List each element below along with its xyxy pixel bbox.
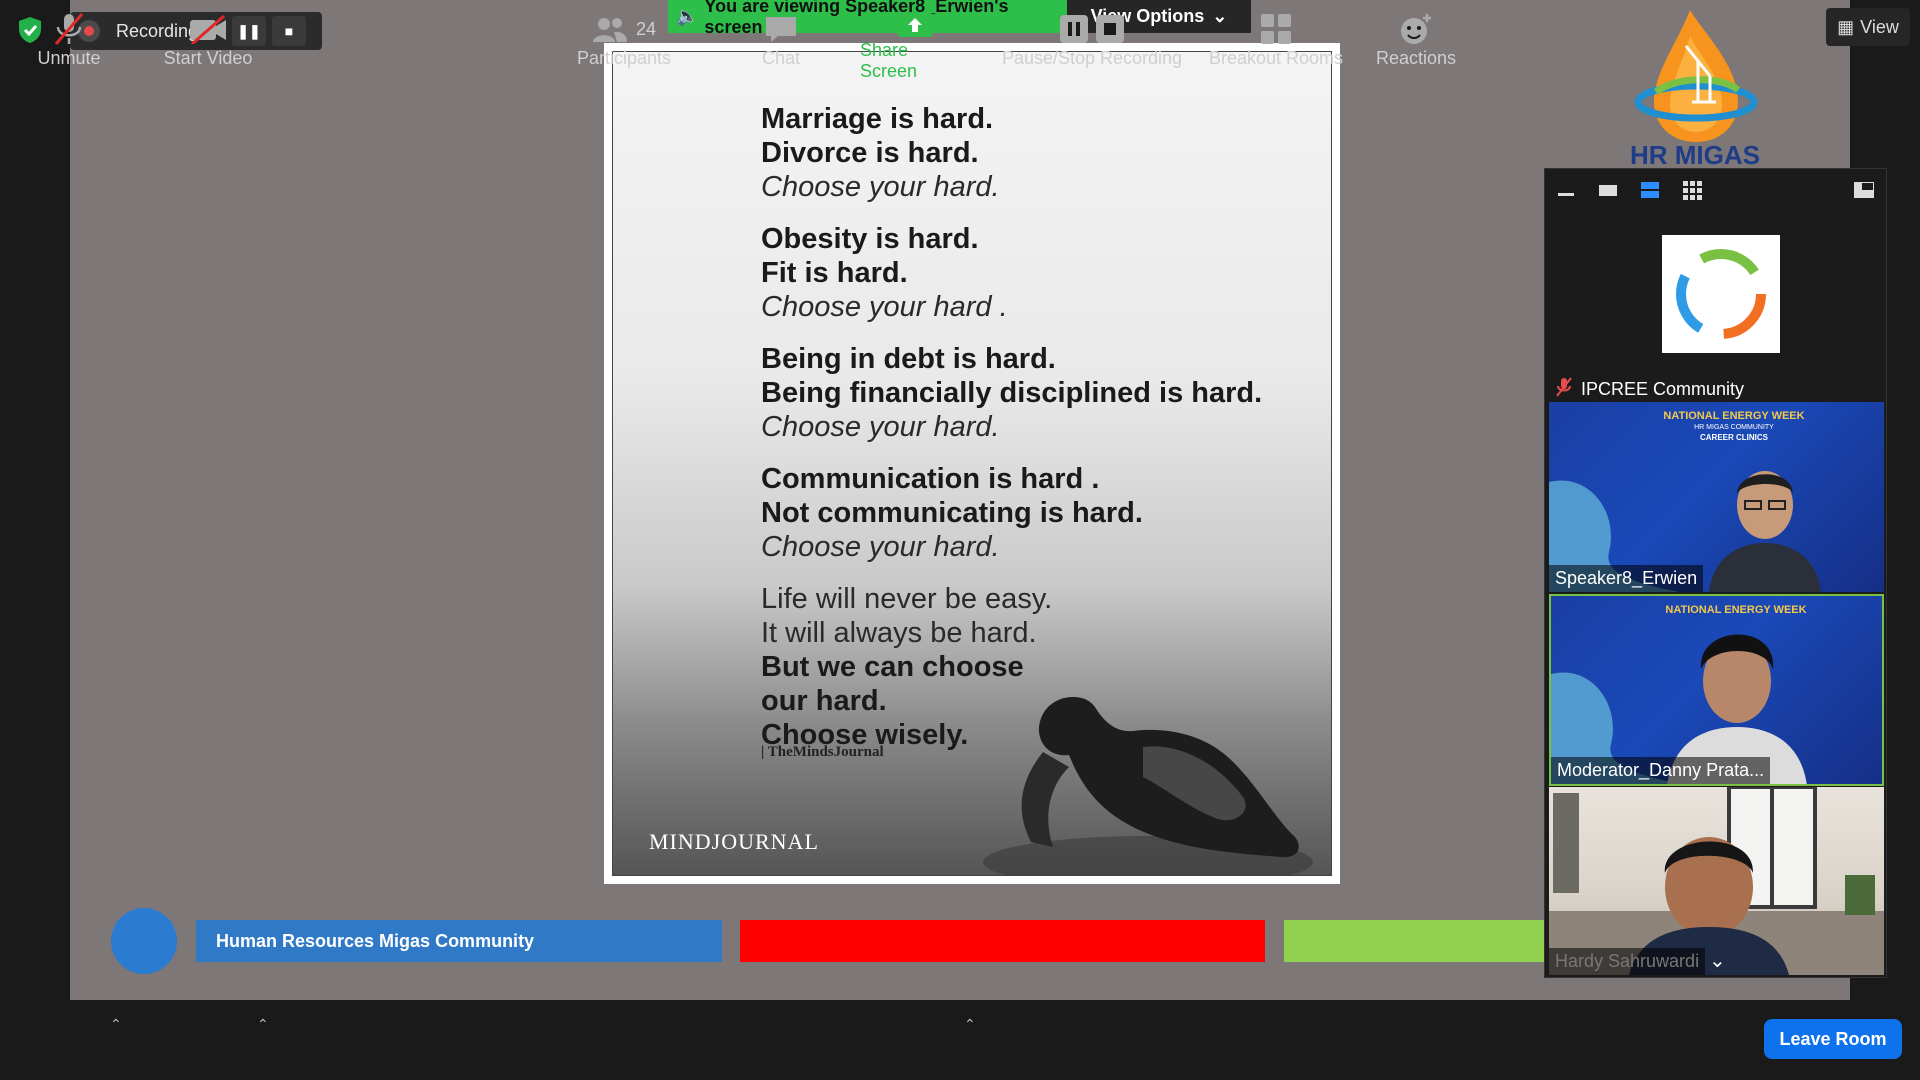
participant-video-room bbox=[1549, 787, 1884, 975]
lower-third-red-bar bbox=[740, 920, 1265, 962]
lower-third-circle bbox=[111, 908, 177, 974]
banner-subtitle: HR MIGAS COMMUNITY bbox=[1694, 424, 1774, 431]
meeting-toolbar bbox=[0, 1000, 1920, 1080]
zoom-meeting-window: Recording... ❚❚ ■ 🔈 You are viewing Spea… bbox=[0, 0, 1920, 1080]
quote-block: Communication is hard . Not communicating… bbox=[761, 462, 1321, 564]
shared-slide: Marriage is hard. Divorce is hard. Choose … bbox=[604, 43, 1340, 884]
video-options-caret-icon[interactable]: ⌃ bbox=[257, 1016, 269, 1033]
reactions-label: Reactions bbox=[1375, 48, 1457, 68]
quote-line: Choose your hard. bbox=[761, 171, 1000, 203]
quote-line: Being financially disciplined is hard. bbox=[761, 377, 1263, 409]
quote-line: Being in debt is hard. bbox=[761, 343, 1056, 375]
stop-recording-button[interactable]: ■ bbox=[272, 16, 306, 46]
participant-tile-moderator-danny[interactable]: NATIONAL ENERGY WEEK Moderator_Danny Pra… bbox=[1549, 594, 1884, 786]
quote-block: Obesity is hard. Fit is hard. Choose your … bbox=[761, 222, 1321, 324]
quote-line: Fit is hard. bbox=[761, 257, 908, 289]
quote-line: It will always be hard. bbox=[761, 617, 1037, 649]
quote-credit: | TheMindsJournal bbox=[761, 744, 884, 760]
view-layout-button[interactable]: ▦ View bbox=[1826, 8, 1910, 46]
participant-tile-ipcree[interactable]: IPCREE Community bbox=[1549, 219, 1884, 409]
reactions-smiley-icon bbox=[1399, 10, 1433, 48]
share-screen-label: Share Screen bbox=[860, 40, 918, 81]
leave-room-button[interactable]: Leave Room bbox=[1764, 1019, 1902, 1059]
grid-icon: ▦ bbox=[1837, 16, 1855, 37]
quote-line: Choose your hard. bbox=[761, 411, 1000, 443]
share-screen-button[interactable]: Share Screen bbox=[860, 10, 970, 81]
speaker-view-icon[interactable] bbox=[1637, 179, 1663, 201]
reactions-button[interactable]: Reactions bbox=[1374, 10, 1458, 76]
chevron-down-icon[interactable]: ⌄ bbox=[1709, 948, 1726, 973]
start-video-label: Start Video bbox=[163, 48, 253, 68]
participant-name: Moderator_Danny Prata... bbox=[1551, 757, 1771, 784]
quote-line: Not communicating is hard. bbox=[761, 497, 1143, 529]
banner-title: NATIONAL ENERGY WEEK bbox=[1663, 410, 1805, 422]
participants-button[interactable]: 24 Participants bbox=[572, 10, 676, 76]
audio-options-caret-icon[interactable]: ⌃ bbox=[110, 1016, 122, 1033]
participant-name-text: IPCREE Community bbox=[1581, 379, 1745, 399]
ipcree-logo bbox=[1662, 235, 1780, 353]
quote-image: Marriage is hard. Divorce is hard. Choose … bbox=[612, 51, 1332, 876]
mic-muted-icon bbox=[52, 10, 86, 48]
breakout-rooms-icon bbox=[1260, 10, 1292, 48]
pause-stop-recording-button[interactable]: Pause/Stop Recording bbox=[999, 10, 1185, 76]
participants-label: Participants bbox=[576, 48, 672, 68]
participant-name: Hardy Sahruwardi bbox=[1549, 948, 1706, 975]
banner-subtitle-2: CAREER CLINICS bbox=[1699, 433, 1768, 442]
pause-stop-icon bbox=[1059, 10, 1125, 48]
exit-panel-icon[interactable] bbox=[1851, 179, 1877, 201]
hr-migas-logo-text: HR MIGAS bbox=[1630, 140, 1760, 170]
single-video-icon[interactable] bbox=[1595, 179, 1621, 201]
participant-name: IPCREE Community bbox=[1555, 377, 1744, 402]
unmute-label: Unmute bbox=[37, 48, 101, 68]
quote-block: Being in debt is hard. Being financially … bbox=[761, 342, 1321, 444]
quote-line: Choose your hard. bbox=[761, 531, 1000, 563]
participants-count: 24 bbox=[635, 18, 657, 39]
participant-video-person bbox=[1709, 471, 1821, 592]
chat-label: Chat bbox=[761, 48, 801, 68]
quote-line: Life will never be easy. bbox=[761, 583, 1053, 615]
quote-line: Divorce is hard. bbox=[761, 137, 979, 169]
quote-line: Communication is hard . bbox=[761, 463, 1100, 495]
lower-third-org-name: Human Resources Migas Community bbox=[196, 920, 722, 962]
quote-line: Marriage is hard. bbox=[761, 103, 994, 135]
view-label: View bbox=[1860, 16, 1899, 37]
video-off-icon bbox=[188, 10, 228, 48]
breakout-rooms-button[interactable]: Breakout Rooms bbox=[1206, 10, 1346, 76]
participant-name: Speaker8_Erwien bbox=[1549, 565, 1704, 592]
unmute-button[interactable]: Unmute bbox=[30, 10, 108, 76]
mic-muted-icon bbox=[1555, 377, 1573, 402]
start-video-button[interactable]: Start Video bbox=[158, 10, 258, 76]
gallery-view-icon[interactable] bbox=[1679, 179, 1705, 201]
chat-button[interactable]: Chat bbox=[756, 10, 806, 76]
lower-third-green-bar bbox=[1284, 920, 1544, 962]
speaker-icon: 🔈 bbox=[676, 6, 699, 26]
quote-block: Marriage is hard. Divorce is hard. Choose … bbox=[761, 102, 1321, 204]
share-options-caret-icon[interactable]: ⌃ bbox=[964, 1016, 976, 1033]
quote-line: Obesity is hard. bbox=[761, 223, 979, 255]
panel-toolbar bbox=[1545, 169, 1886, 211]
share-screen-icon bbox=[896, 10, 934, 40]
breakout-rooms-label: Breakout Rooms bbox=[1208, 48, 1344, 68]
participants-icon: 24 bbox=[592, 10, 656, 48]
participant-video-panel: IPCREE Community NATIONAL ENERGY WEEK HR… bbox=[1544, 168, 1887, 978]
participant-tile-speaker8-erwien[interactable]: NATIONAL ENERGY WEEK HR MIGAS COMMUNITY … bbox=[1549, 402, 1884, 592]
participant-tile-hardy[interactable]: Hardy Sahruwardi ⌄ bbox=[1549, 787, 1884, 975]
woman-silhouette bbox=[983, 697, 1313, 875]
quote-line: Choose your hard . bbox=[761, 291, 1008, 323]
pause-stop-label: Pause/Stop Recording bbox=[1001, 48, 1183, 68]
chat-bubble-icon bbox=[764, 10, 798, 48]
minimize-icon[interactable] bbox=[1553, 179, 1579, 201]
mindjournal-logo: MINDJOURNAL bbox=[649, 829, 819, 854]
